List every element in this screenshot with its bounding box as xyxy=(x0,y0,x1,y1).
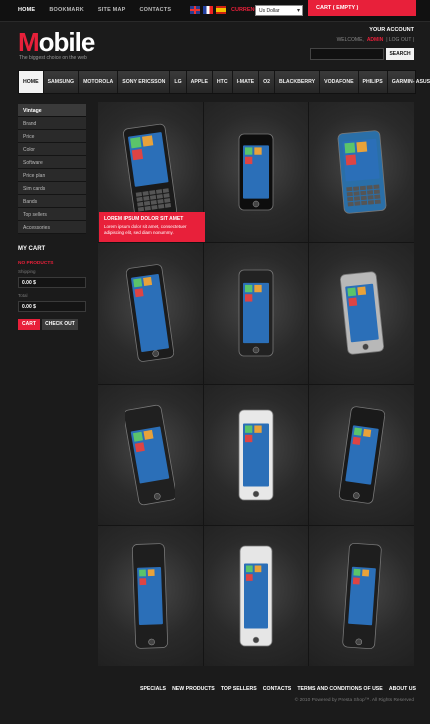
total-value: 0.00 $ xyxy=(18,301,86,312)
logo-initial: M xyxy=(18,27,40,57)
product-card[interactable] xyxy=(309,384,414,525)
htc-phone-icon[interactable] xyxy=(125,401,176,509)
sidebar-item-top-sellers[interactable]: Top sellers xyxy=(18,208,86,221)
user-name[interactable]: ADMIN xyxy=(367,37,383,43)
promo-title: LOREM IPSUM DOLOR SIT AMET xyxy=(104,216,184,222)
qwerty-phone-icon[interactable] xyxy=(335,126,389,218)
total-label: Total xyxy=(18,293,28,298)
lg-phone-icon[interactable] xyxy=(233,264,279,362)
nav-item-philips[interactable]: PHILIPS xyxy=(359,71,388,93)
promo-text: Lorem ipsum dolor sit amet, consectetuer… xyxy=(104,224,187,235)
nav-item-vodafone[interactable]: VODAFONE xyxy=(320,71,359,93)
footer-links: SPECIALS NEW PRODUCTS TOP SELLERS CONTAC… xyxy=(140,686,416,692)
shipping-label: Shipping xyxy=(18,269,36,274)
nav-item-garmin-asus[interactable]: GARMIN- ASUS xyxy=(388,71,430,93)
header-cart-button[interactable]: CART ( EMPTY ) xyxy=(308,0,416,16)
footer-link-contacts[interactable]: CONTACTS xyxy=(263,686,291,692)
product-card[interactable] xyxy=(98,243,203,384)
sidebar-header[interactable]: Vintage xyxy=(18,104,86,117)
slider-phone-icon[interactable] xyxy=(123,120,178,224)
sidebar-item-sim-cards[interactable]: Sim cards xyxy=(18,182,86,195)
white-android-icon[interactable] xyxy=(233,404,279,506)
spanish-flag-icon[interactable] xyxy=(216,6,226,14)
sidebar-item-price-plan[interactable]: Price plan xyxy=(18,169,86,182)
sony-phone-icon[interactable] xyxy=(338,402,385,508)
nokia-5800-white-icon[interactable] xyxy=(234,540,278,652)
sidebar-item-price[interactable]: Price xyxy=(18,130,86,143)
cart-button[interactable]: CART xyxy=(18,319,40,330)
tagline: The biggest choice on the web xyxy=(19,55,87,61)
search-input[interactable] xyxy=(310,48,384,60)
sidebar-item-color[interactable]: Color xyxy=(18,143,86,156)
product-card[interactable] xyxy=(203,384,309,525)
top-link-bookmark[interactable]: BOOKMARK xyxy=(49,7,84,13)
nav-item-o2[interactable]: O2 xyxy=(259,71,275,93)
french-flag-icon[interactable] xyxy=(203,6,213,14)
xperia-phone-icon[interactable] xyxy=(126,260,175,366)
product-card[interactable] xyxy=(309,102,414,243)
promo-banner[interactable]: LOREM IPSUM DOLOR SIT AMET Lorem ipsum d… xyxy=(99,212,205,242)
checkout-button[interactable]: CHECK OUT xyxy=(42,319,78,330)
my-cart-title: MY CART xyxy=(18,246,46,252)
nav-item-i-mate[interactable]: I-MATE xyxy=(233,71,260,93)
nav-item-sony-ericsson[interactable]: SONY ERICSSON xyxy=(118,71,171,93)
copyright: © 2010 Powered by Presta Shop™. All Righ… xyxy=(294,698,414,703)
top-bar: HOME BOOKMARK SITE MAP CONTACTS CURRENCI… xyxy=(0,0,430,22)
footer-link-about[interactable]: ABOUT US xyxy=(389,686,416,692)
currency-select[interactable]: Us Dollar xyxy=(255,5,303,16)
category-sidebar: Vintage Brand Price Color Software Price… xyxy=(18,104,86,234)
nav-item-apple[interactable]: APPLE xyxy=(187,71,213,93)
product-card[interactable] xyxy=(309,243,414,384)
nav-item-blackberry[interactable]: BLACKBERRY xyxy=(275,71,321,93)
product-card[interactable] xyxy=(98,525,203,666)
welcome-text: WELCOME, xyxy=(336,37,364,43)
footer-link-terms[interactable]: TERMS AND CONDITIONS OF USE xyxy=(297,686,382,692)
cart-status: NO PRODUCTS xyxy=(18,261,54,266)
welcome-line: WELCOME, ADMIN | LOG OUT | xyxy=(337,37,414,43)
product-card[interactable] xyxy=(203,243,309,384)
nav-item-motorola[interactable]: MOTOROLA xyxy=(79,71,119,93)
your-account-title[interactable]: YOUR ACCOUNT xyxy=(369,27,414,33)
nokia-n8-icon[interactable] xyxy=(338,267,386,359)
product-card[interactable] xyxy=(203,102,309,243)
nokia-x6-red-icon[interactable] xyxy=(340,538,384,654)
sidebar-item-software[interactable]: Software xyxy=(18,156,86,169)
search-button[interactable]: SEARCH xyxy=(386,48,414,60)
top-link-contacts[interactable]: CONTACTS xyxy=(140,7,172,13)
nav-item-samsung[interactable]: SAMSUNG xyxy=(44,71,80,93)
shipping-value: 0.00 $ xyxy=(18,277,86,288)
footer-link-specials[interactable]: SPECIALS xyxy=(140,686,166,692)
logo-text: obile xyxy=(38,27,96,57)
nav-item-home[interactable]: HOME xyxy=(19,71,44,93)
footer-link-new-products[interactable]: NEW PRODUCTS xyxy=(172,686,215,692)
product-card[interactable] xyxy=(98,384,203,525)
nav-item-lg[interactable]: LG xyxy=(170,71,187,93)
product-grid xyxy=(98,102,414,666)
brand-nav: HOME SAMSUNG MOTOROLA SONY ERICSSON LG A… xyxy=(18,70,430,94)
top-links: HOME BOOKMARK SITE MAP CONTACTS xyxy=(18,7,171,13)
top-link-home[interactable]: HOME xyxy=(18,7,35,13)
footer-link-top-sellers[interactable]: TOP SELLERS xyxy=(221,686,257,692)
nav-item-htc[interactable]: HTC xyxy=(213,71,233,93)
nokia-x6-blue-icon[interactable] xyxy=(128,538,172,654)
sidebar-item-accessories[interactable]: Accessories xyxy=(18,221,86,234)
sidebar-item-bands[interactable]: Bands xyxy=(18,195,86,208)
language-flags xyxy=(190,6,226,14)
iphone-icon[interactable] xyxy=(233,128,279,216)
product-card[interactable] xyxy=(203,525,309,666)
sidebar-item-brand[interactable]: Brand xyxy=(18,117,86,130)
english-flag-icon[interactable] xyxy=(190,6,200,14)
product-card[interactable] xyxy=(309,525,414,666)
top-link-sitemap[interactable]: SITE MAP xyxy=(98,7,126,13)
site-logo[interactable]: Mobile xyxy=(18,27,96,57)
logout-link[interactable]: | LOG OUT | xyxy=(386,37,414,43)
